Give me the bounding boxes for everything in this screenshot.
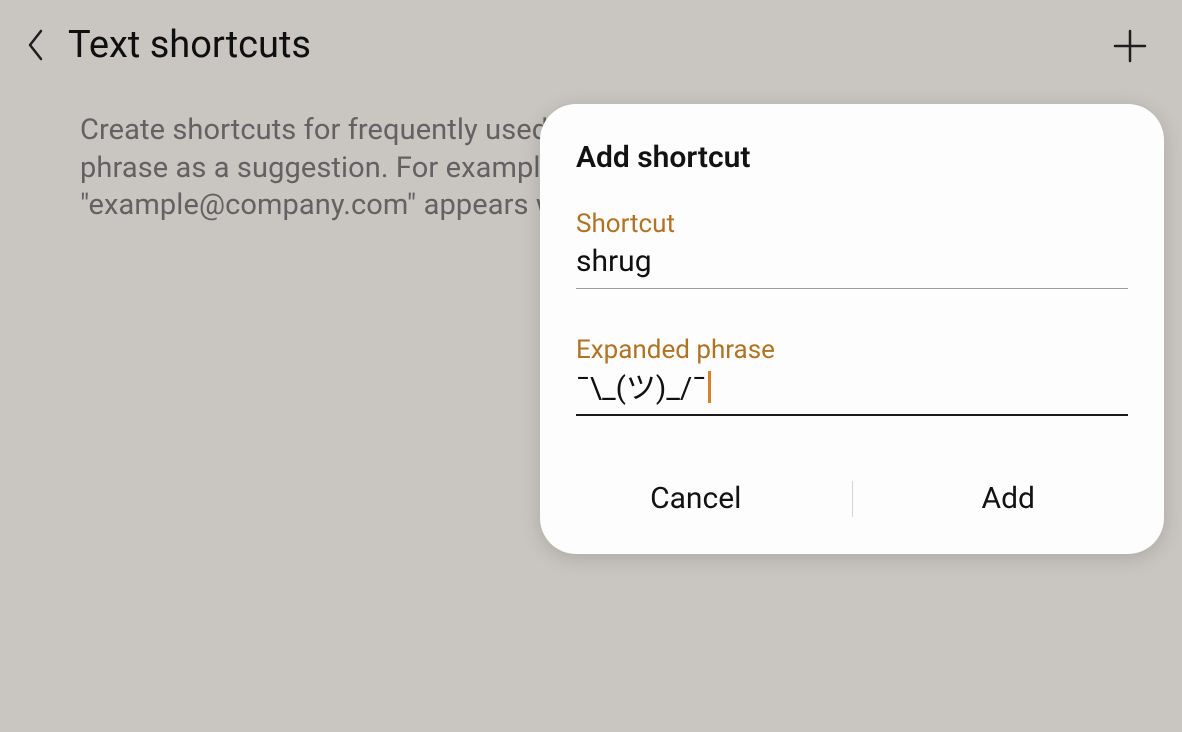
expanded-value: ¯\_(ツ)_/¯ (576, 371, 706, 406)
shortcut-label: Shortcut (576, 209, 1128, 239)
cancel-button[interactable]: Cancel (540, 467, 852, 530)
expanded-label: Expanded phrase (576, 335, 1128, 365)
add-button[interactable]: Add (853, 467, 1165, 530)
add-shortcut-dialog: Add shortcut Shortcut shrug Expanded phr… (540, 104, 1164, 554)
chevron-left-icon (26, 28, 46, 62)
shortcut-input[interactable]: shrug (576, 245, 1128, 289)
dialog-title: Add shortcut (576, 140, 1128, 175)
plus-icon (1112, 28, 1148, 64)
back-button[interactable] (8, 28, 64, 62)
expanded-phrase-input[interactable]: ¯\_(ツ)_/¯ (576, 371, 1128, 417)
page-title: Text shortcuts (68, 23, 311, 67)
shortcut-value: shrug (576, 244, 652, 279)
add-shortcut-button[interactable] (1106, 22, 1154, 70)
text-caret (708, 371, 711, 403)
